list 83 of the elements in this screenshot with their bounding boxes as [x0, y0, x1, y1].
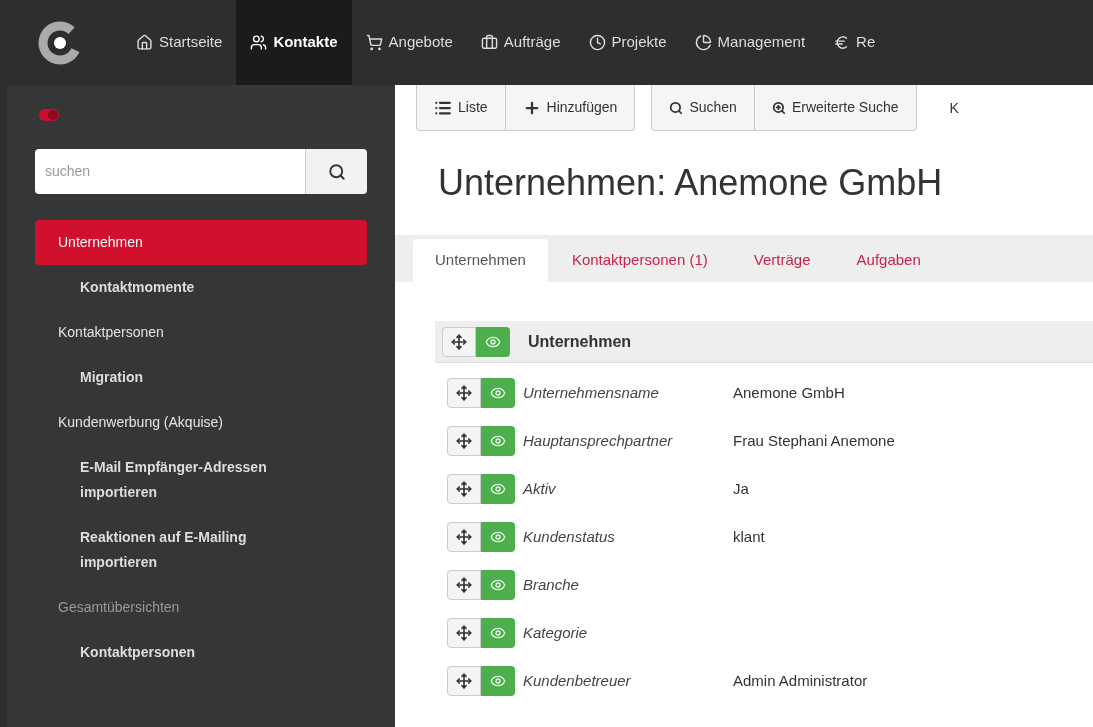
- field-label: Kategorie: [522, 622, 589, 643]
- search-field[interactable]: suchen: [35, 149, 305, 194]
- field-label: Aktiv: [521, 478, 557, 499]
- move-handle[interactable]: [447, 570, 481, 600]
- visibility-toggle[interactable]: [481, 618, 515, 648]
- nav-item[interactable]: Angebote: [351, 0, 467, 85]
- field-label: Hauptansprechpartner: [522, 430, 674, 451]
- field-value: Anemone GmbH: [733, 382, 845, 403]
- eye-icon: [490, 385, 506, 401]
- toolbar-button[interactable]: Liste: [416, 85, 506, 131]
- move-icon: [456, 385, 472, 401]
- cart-icon: [365, 34, 383, 51]
- visibility-toggle[interactable]: [481, 666, 515, 696]
- eye-icon: [490, 529, 506, 545]
- search-icon: [327, 162, 346, 181]
- field-label: Unternehmensname: [522, 382, 660, 403]
- visibility-toggle[interactable]: [481, 570, 515, 600]
- field-label: Kundenstatus: [522, 526, 616, 547]
- nav-item[interactable]: Projekte: [574, 0, 681, 85]
- tab[interactable]: Verträge: [731, 239, 833, 282]
- zoom-in-icon: [771, 100, 786, 115]
- eye-icon: [490, 481, 506, 497]
- briefcase-icon: [480, 34, 498, 51]
- move-icon: [456, 625, 472, 641]
- section-title: Unternehmen: [528, 331, 632, 352]
- field-value: Ja: [733, 478, 749, 499]
- move-icon: [456, 577, 472, 593]
- sidebar-item[interactable]: E-Mail Empfänger-Adressen importieren: [35, 445, 367, 515]
- move-handle[interactable]: [447, 474, 481, 504]
- sidebar-item[interactable]: Unternehmen: [35, 220, 367, 265]
- toolbar-button[interactable]: Erweiterte Suche: [754, 85, 917, 131]
- eye-icon: [490, 433, 506, 449]
- nav-item[interactable]: Re: [819, 0, 890, 85]
- nav-item[interactable]: Management: [680, 0, 820, 85]
- field-value: klant: [733, 526, 765, 547]
- sidebar-item[interactable]: Kontaktpersonen: [35, 630, 367, 675]
- toolbar-button[interactable]: K: [932, 85, 976, 131]
- field-label: Kundenbetreuer: [522, 670, 632, 691]
- move-handle[interactable]: [447, 378, 481, 408]
- search-icon: [669, 100, 684, 115]
- sidebar-item[interactable]: Kontaktmomente: [35, 265, 367, 310]
- visibility-toggle[interactable]: [481, 474, 515, 504]
- nav-item[interactable]: Startseite: [122, 0, 237, 85]
- move-handle[interactable]: [447, 618, 481, 648]
- sidebar-item[interactable]: Migration: [35, 355, 367, 400]
- move-handle[interactable]: [447, 666, 481, 696]
- sidebar-item[interactable]: Reaktionen auf E-Mailing importieren: [35, 515, 367, 585]
- move-icon: [456, 673, 472, 689]
- visibility-toggle[interactable]: [481, 378, 515, 408]
- move-icon: [456, 529, 472, 545]
- visibility-toggle[interactable]: [481, 522, 515, 552]
- move-icon: [451, 333, 467, 350]
- tab[interactable]: Unternehmen: [413, 239, 548, 282]
- people-icon: [250, 34, 268, 51]
- tab[interactable]: Aufgaben: [834, 239, 943, 282]
- eye-icon: [490, 673, 506, 689]
- move-icon: [456, 481, 472, 497]
- search-button[interactable]: [305, 149, 367, 194]
- move-handle[interactable]: [447, 522, 481, 552]
- nav-item[interactable]: Aufträge: [466, 0, 575, 85]
- logo-icon: [38, 20, 82, 65]
- sidebar-item[interactable]: Kundenwerbung (Akquise): [35, 400, 367, 445]
- toolbar-button[interactable]: Hinzufügen: [505, 85, 636, 131]
- move-icon: [456, 433, 472, 449]
- field-value: Frau Stephani Anemone: [733, 430, 895, 451]
- field-value: Admin Administrator: [733, 670, 868, 691]
- toggle-switch[interactable]: [39, 109, 59, 121]
- sidebar-item[interactable]: Gesamtübersichten: [35, 585, 367, 630]
- move-handle[interactable]: [447, 426, 481, 456]
- house-icon: [136, 34, 153, 51]
- tab[interactable]: Kontaktpersonen (1): [549, 239, 730, 282]
- visibility-toggle[interactable]: [481, 426, 515, 456]
- page-title: Unternehmen: Anemone GmbH: [438, 161, 944, 205]
- toolbar-button[interactable]: Suchen: [651, 85, 755, 131]
- sidebar-item[interactable]: Kontaktpersonen: [35, 310, 367, 355]
- visibility-toggle[interactable]: [476, 326, 510, 357]
- eye-icon: [490, 625, 506, 641]
- field-label: Branche: [522, 574, 580, 595]
- clock-icon: [588, 34, 606, 51]
- eye-icon: [490, 577, 506, 593]
- move-handle[interactable]: [442, 326, 476, 357]
- pie-chart-icon: [694, 34, 712, 51]
- nav-item[interactable]: Kontakte: [236, 0, 352, 85]
